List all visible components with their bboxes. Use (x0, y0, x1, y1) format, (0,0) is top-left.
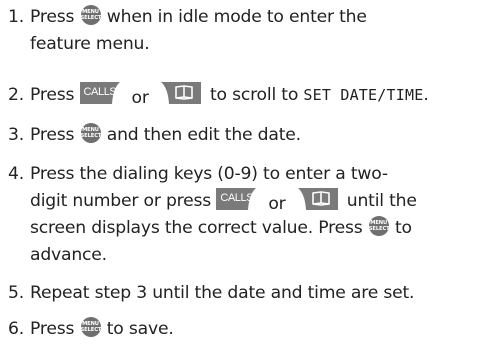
step-number: 2. (8, 85, 24, 105)
menu-select-button-icon: MENU SELECT (80, 317, 101, 337)
menu-select-button-icon: MENU SELECT (80, 123, 101, 143)
phonebook-key-icon (155, 82, 201, 104)
step-number: 6. (8, 319, 24, 339)
step-number: 5. (8, 283, 24, 303)
calls-key-icon: CALLS (216, 188, 262, 210)
step-number: 1. (8, 7, 24, 27)
step-number: 3. (8, 125, 24, 145)
setting-name: SET DATE/TIME (303, 86, 424, 104)
phonebook-key-icon (292, 188, 338, 210)
calls-key-icon: CALLS (79, 82, 126, 104)
menu-select-button-icon: MENU SELECT (368, 216, 390, 236)
menu-select-button-icon: MENU SELECT (80, 5, 101, 25)
step-number: 4. (8, 164, 24, 184)
